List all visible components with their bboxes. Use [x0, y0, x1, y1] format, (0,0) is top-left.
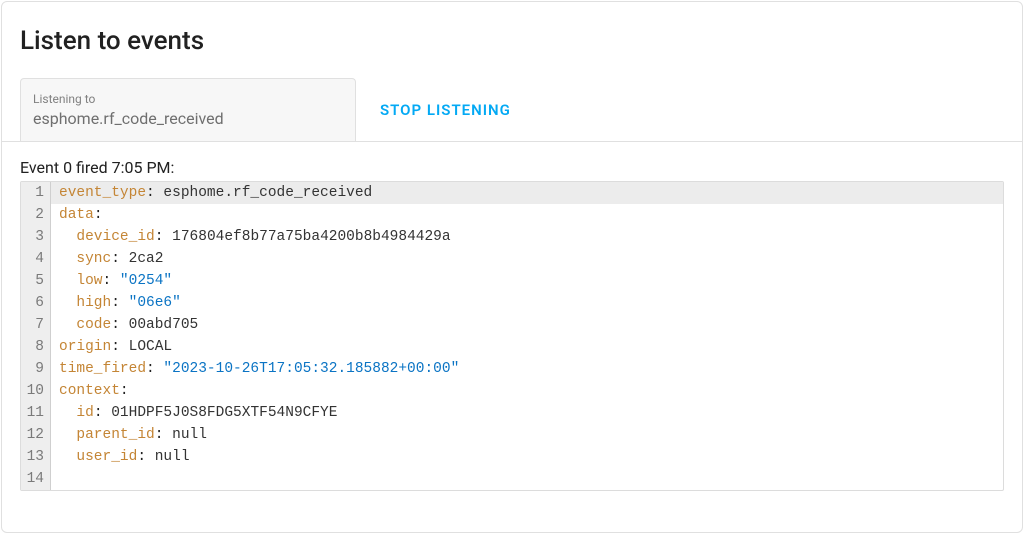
line-number: 6: [25, 292, 44, 314]
page-title: Listen to events: [2, 2, 1022, 64]
code-line: code: 00abd705: [51, 314, 1003, 336]
line-number: 9: [25, 358, 44, 380]
line-number: 13: [25, 446, 44, 468]
line-number: 10: [25, 380, 44, 402]
code-line: origin: LOCAL: [51, 336, 1003, 358]
event-name-label: Listening to: [33, 92, 343, 108]
code-line: id: 01HDPF5J0S8FDG5XTF54N9CFYE: [51, 402, 1003, 424]
event-fired-header: Event 0 fired 7:05 PM:: [2, 142, 1022, 181]
line-number: 7: [25, 314, 44, 336]
code-line: time_fired: "2023-10-26T17:05:32.185882+…: [51, 358, 1003, 380]
controls-row: Listening to STOP LISTENING: [2, 64, 1022, 142]
code-line: context:: [51, 380, 1003, 402]
line-number: 11: [25, 402, 44, 424]
code-line: parent_id: null: [51, 424, 1003, 446]
code-line: high: "06e6": [51, 292, 1003, 314]
events-card: Listen to events Listening to STOP LISTE…: [1, 1, 1023, 533]
code-column: event_type: esphome.rf_code_received dat…: [51, 182, 1003, 490]
event-name-field[interactable]: Listening to: [20, 78, 356, 141]
line-number: 12: [25, 424, 44, 446]
code-line: data:: [51, 204, 1003, 226]
event-code-block: 1 2 3 4 5 6 7 8 9 10 11 12 13 14 event_t…: [20, 181, 1004, 491]
line-number: 3: [25, 226, 44, 248]
line-number: 1: [25, 182, 44, 204]
line-number: 14: [25, 468, 44, 490]
line-number: 4: [25, 248, 44, 270]
code-line: user_id: null: [51, 446, 1003, 468]
code-line: event_type: esphome.rf_code_received: [51, 182, 1003, 204]
code-line: low: "0254": [51, 270, 1003, 292]
stop-listening-button[interactable]: STOP LISTENING: [376, 93, 515, 127]
line-number: 5: [25, 270, 44, 292]
event-name-input[interactable]: [33, 108, 343, 130]
line-number: 8: [25, 336, 44, 358]
code-line: device_id: 176804ef8b77a75ba4200b8b49844…: [51, 226, 1003, 248]
line-number: 2: [25, 204, 44, 226]
code-line: [51, 468, 1003, 490]
code-line: sync: 2ca2: [51, 248, 1003, 270]
line-number-gutter: 1 2 3 4 5 6 7 8 9 10 11 12 13 14: [21, 182, 51, 490]
